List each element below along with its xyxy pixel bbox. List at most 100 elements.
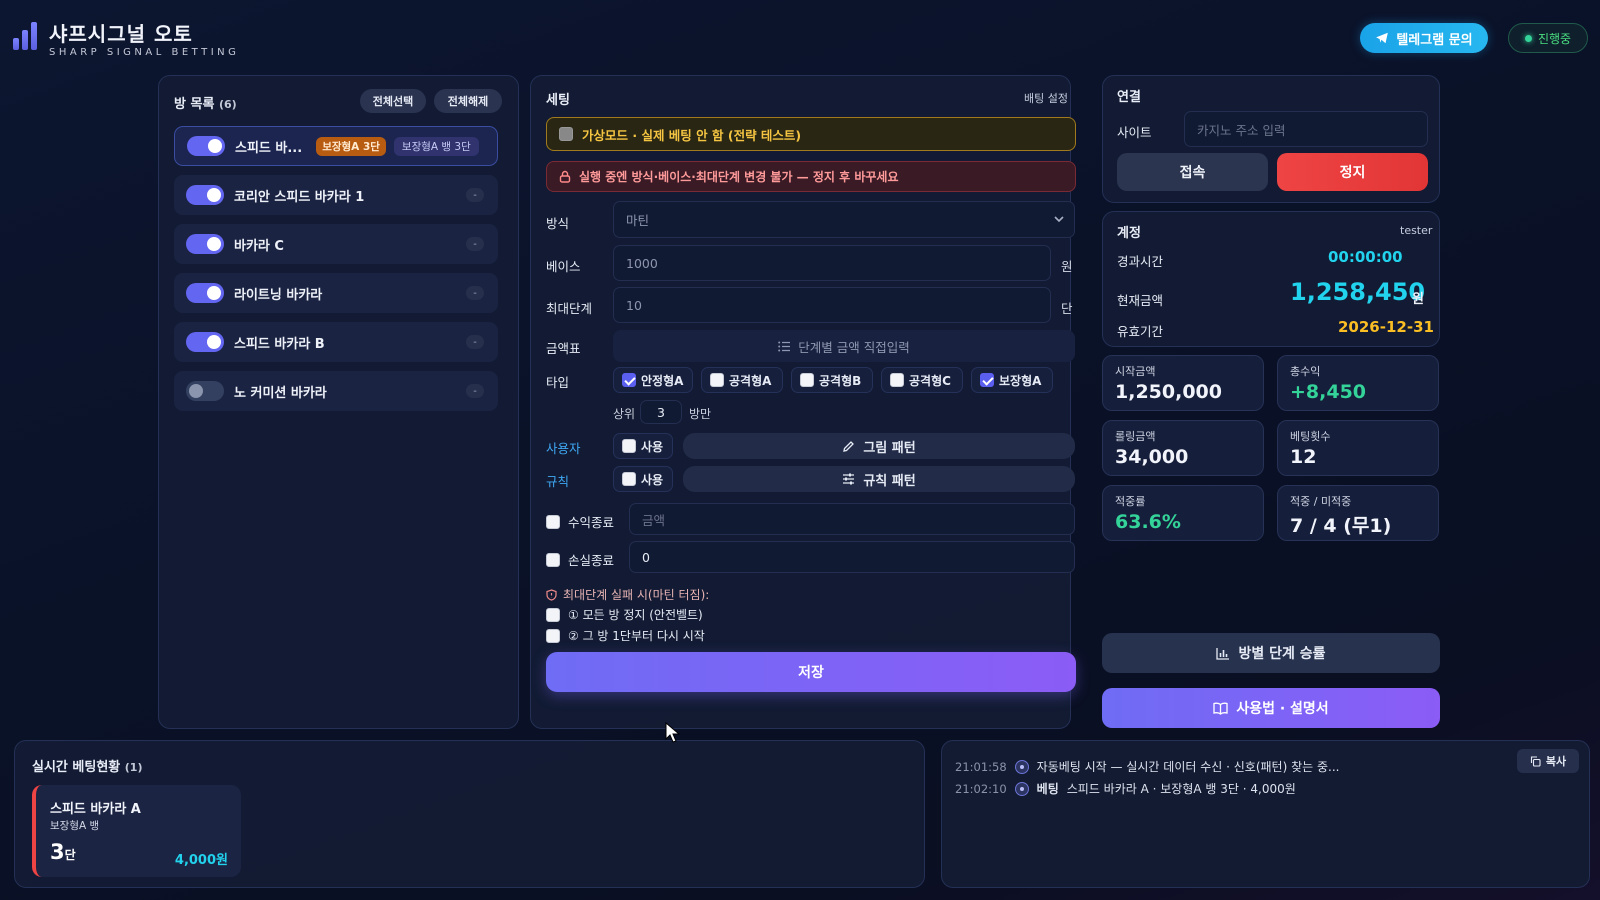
- balance-unit: 원: [1412, 292, 1424, 307]
- telegram-icon: [1376, 32, 1389, 44]
- room-step-badge: -: [466, 384, 484, 398]
- room-item[interactable]: 노 커미션 바카라 -: [174, 371, 498, 411]
- rule-pattern-button[interactable]: 규칙 패턴: [683, 466, 1075, 492]
- room-item[interactable]: 바카라 C -: [174, 224, 498, 264]
- max-fail-title-text: 최대단계 실패 시(마틴 터짐):: [563, 588, 710, 602]
- type-label: 타입: [546, 375, 570, 390]
- site-input[interactable]: 카지노 주소 입력: [1184, 111, 1428, 147]
- room-stats-button[interactable]: 방별 단계 승률: [1102, 633, 1440, 673]
- stat-hit-rate: 적중률 63.6%: [1102, 485, 1264, 541]
- profit-stop-toggle[interactable]: 수익종료: [546, 512, 614, 531]
- profit-stop-input[interactable]: 금액: [629, 503, 1075, 535]
- top-rooms-value: 3: [657, 404, 665, 420]
- expiry-label: 유효기간: [1117, 324, 1164, 339]
- room-toggle[interactable]: [186, 185, 224, 205]
- live-card-room: 스피드 바카라 A: [50, 802, 141, 817]
- save-button[interactable]: 저장: [546, 652, 1076, 692]
- restart-room-option[interactable]: ② 그 방 1단부터 다시 시작: [546, 627, 705, 644]
- sliders-icon: [843, 473, 855, 485]
- stat-rolling-amount: 롤링금액 34,000: [1102, 420, 1264, 476]
- stop-button[interactable]: 정지: [1277, 153, 1428, 191]
- loss-stop-checkbox[interactable]: [546, 552, 560, 567]
- type-option[interactable]: 공격형C: [881, 367, 963, 393]
- loss-stop-label: 손실종료: [568, 553, 615, 568]
- live-card-step: 3: [50, 840, 65, 864]
- manual-button[interactable]: 사용법 · 설명서: [1102, 688, 1440, 728]
- type-option-label: 공격형A: [729, 373, 772, 388]
- room-toggle[interactable]: [186, 283, 224, 303]
- base-input[interactable]: 1000: [613, 245, 1051, 281]
- room-item[interactable]: 스피드 바카라 B -: [174, 322, 498, 362]
- max-step-label: 최대단계: [546, 301, 593, 316]
- stop-all-checkbox[interactable]: [546, 607, 560, 622]
- picture-pattern-label: 그림 패턴: [863, 440, 916, 456]
- type-option-label: 안정형A: [641, 373, 684, 388]
- virtual-mode-label: 가상모드 · 실제 베팅 안 함 (전략 테스트): [582, 127, 802, 143]
- log-time: 21:01:58: [955, 759, 1007, 774]
- type-option[interactable]: 공격형B: [791, 367, 873, 393]
- room-item[interactable]: 스피드 바... 보장형A 3단 보장형A 뱅 3단: [174, 126, 498, 166]
- room-name: 라이트닝 바카라: [234, 287, 323, 303]
- brand-title: 샤프시그널 오토: [49, 22, 193, 46]
- room-step-badge: -: [466, 286, 484, 300]
- virtual-mode-toggle[interactable]: 가상모드 · 실제 베팅 안 함 (전략 테스트): [546, 117, 1076, 151]
- method-select[interactable]: 마틴: [613, 201, 1075, 238]
- profit-stop-label: 수익종료: [568, 515, 615, 530]
- type-checkbox[interactable]: [980, 373, 994, 387]
- status-label: 진행중: [1537, 31, 1572, 46]
- telegram-button[interactable]: 텔레그램 문의: [1360, 23, 1488, 53]
- type-checkbox[interactable]: [890, 373, 904, 387]
- method-label: 방식: [546, 216, 570, 231]
- type-option[interactable]: 공격형A: [701, 367, 783, 393]
- picture-pattern-button[interactable]: 그림 패턴: [683, 433, 1075, 459]
- max-step-input[interactable]: 10: [613, 287, 1051, 323]
- user-use-toggle[interactable]: 사용: [613, 433, 673, 459]
- top-suffix: 방만: [689, 407, 712, 421]
- loss-stop-toggle[interactable]: 손실종료: [546, 550, 614, 569]
- rule-use-checkbox[interactable]: [622, 472, 636, 486]
- room-stats-label: 방별 단계 승률: [1238, 646, 1326, 662]
- rule-use-toggle[interactable]: 사용: [613, 466, 673, 492]
- log-line: 21:02:10 베팅 스피드 바카라 A · 보장형A 뱅 3단 · 4,00…: [955, 780, 1296, 797]
- elapsed-label: 경과시간: [1117, 254, 1164, 269]
- room-toggle[interactable]: [186, 381, 224, 401]
- top-rooms-input[interactable]: 3: [640, 400, 682, 424]
- pencil-icon: [843, 440, 855, 452]
- profit-stop-checkbox[interactable]: [546, 514, 560, 529]
- select-all-button[interactable]: 전체선택: [360, 89, 426, 113]
- type-option[interactable]: 보장형A: [971, 367, 1053, 393]
- stop-all-option[interactable]: ① 모든 방 정지 (안전벨트): [546, 606, 703, 623]
- log-text: 스피드 바카라 A · 보장형A 뱅 3단 · 4,000원: [1066, 782, 1296, 796]
- room-name: 노 커미션 바카라: [234, 385, 327, 401]
- type-option[interactable]: 안정형A: [613, 367, 693, 393]
- copy-button[interactable]: 복사: [1517, 749, 1579, 773]
- type-checkbox[interactable]: [710, 373, 724, 387]
- rule-label: 규칙: [546, 474, 570, 489]
- room-toggle[interactable]: [187, 136, 225, 156]
- room-badge: 보장형A 3단: [316, 136, 386, 156]
- base-placeholder: 1000: [626, 255, 658, 271]
- restart-room-checkbox[interactable]: [546, 628, 560, 643]
- amount-table-label: 금액표: [546, 341, 581, 356]
- room-badge: 보장형A 뱅 3단: [393, 136, 479, 156]
- deselect-all-button[interactable]: 전체해제: [434, 89, 502, 113]
- room-item[interactable]: 라이트닝 바카라 -: [174, 273, 498, 313]
- virtual-mode-checkbox[interactable]: [559, 127, 573, 141]
- balance-value: 1,258,450: [1290, 278, 1426, 306]
- top-prefix: 상위: [613, 407, 636, 421]
- room-toggle[interactable]: [186, 234, 224, 254]
- type-checkbox[interactable]: [622, 373, 636, 387]
- user-use-checkbox[interactable]: [622, 439, 636, 453]
- method-value: 마틴: [626, 213, 650, 228]
- amount-table-button[interactable]: 단계별 금액 직접입력: [613, 330, 1075, 362]
- room-toggle[interactable]: [186, 332, 224, 352]
- room-item[interactable]: 코리안 스피드 바카라 1 -: [174, 175, 498, 215]
- connect-button[interactable]: 접속: [1117, 153, 1268, 191]
- loss-stop-input[interactable]: 0: [629, 541, 1075, 573]
- base-label: 베이스: [546, 259, 581, 274]
- stat-total-profit: 총수익 +8,450: [1277, 355, 1439, 411]
- live-card-type: 보장형A 뱅: [50, 820, 100, 832]
- stop-all-label: ① 모든 방 정지 (안전벨트): [568, 608, 703, 622]
- live-bet-card[interactable]: 스피드 바카라 A 보장형A 뱅 3단 4,000원: [32, 785, 241, 877]
- type-checkbox[interactable]: [800, 373, 814, 387]
